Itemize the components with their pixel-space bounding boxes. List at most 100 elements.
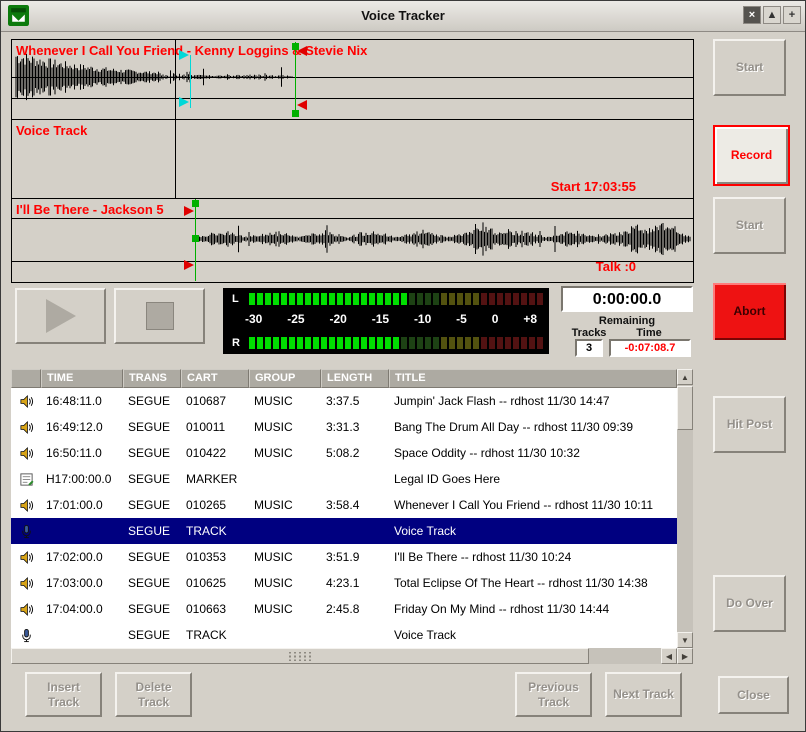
row-trans: SEGUE — [123, 446, 181, 460]
row-group: MUSIC — [249, 498, 321, 512]
waveform-panel-voice-track[interactable]: Voice Track Start 17:03:55 — [12, 120, 693, 199]
start-button-1[interactable]: Start — [713, 39, 786, 96]
titlebar[interactable]: Voice Tracker × ▲ + — [1, 1, 805, 32]
window-title: Voice Tracker — [1, 1, 805, 31]
scroll-right-icon[interactable]: ▶ — [677, 648, 693, 664]
header-time[interactable]: TIME — [41, 369, 123, 388]
row-time: 16:50:11.0 — [41, 446, 123, 460]
next-track-button[interactable]: Next Track — [605, 672, 682, 717]
talk-marker-line[interactable] — [190, 55, 191, 108]
start-time-label: Start 17:03:55 — [551, 179, 636, 194]
audio-level-meter: L -30 -25 -20 -15 -10 -5 0 +8 R — [223, 288, 549, 354]
previous-track-button[interactable]: Previous Track — [515, 672, 592, 717]
segue-marker-handle[interactable] — [292, 110, 299, 117]
voice-tracker-window: Voice Tracker × ▲ + Whenever I Call You … — [0, 0, 806, 732]
speaker-icon — [19, 576, 34, 591]
header-icon-column[interactable] — [11, 369, 41, 388]
remaining-label: Remaining — [561, 315, 693, 327]
row-time: 17:03:00.0 — [41, 576, 123, 590]
header-trans[interactable]: TRANS — [123, 369, 181, 388]
scroll-left-icon[interactable]: ◀ — [661, 648, 677, 664]
row-trans: SEGUE — [123, 394, 181, 408]
time-label: Time — [619, 327, 679, 339]
meter-left-bar — [249, 293, 545, 305]
log-table: TIME TRANS CART GROUP LENGTH TITLE 16:48… — [11, 369, 693, 664]
insert-track-button[interactable]: Insert Track — [25, 672, 102, 717]
row-length: 2:45.8 — [321, 602, 389, 616]
talk-marker-icon[interactable] — [179, 97, 189, 107]
tracks-label: Tracks — [567, 327, 611, 339]
meter-right-bar — [249, 337, 545, 349]
row-title: Friday On My Mind -- rdhost 11/30 14:44 — [389, 602, 677, 616]
vertical-scroll-thumb[interactable] — [677, 386, 693, 430]
row-type-icon — [11, 628, 41, 643]
row-title: Legal ID Goes Here — [389, 472, 677, 486]
waveform-panel-next-track[interactable]: I'll Be There - Jackson 5 Talk :0 — [12, 199, 693, 281]
header-title[interactable]: TITLE — [389, 369, 677, 388]
row-type-icon — [11, 550, 41, 565]
table-row[interactable]: SEGUE TRACK Voice Track — [11, 622, 677, 648]
record-button[interactable]: Record — [713, 125, 790, 186]
table-row[interactable]: SEGUE TRACK Voice Track — [11, 518, 677, 544]
track-title: I'll Be There - Jackson 5 — [16, 202, 164, 217]
scroll-up-icon[interactable]: ▲ — [677, 369, 693, 385]
end-marker-icon[interactable] — [297, 100, 307, 110]
header-cart[interactable]: CART — [181, 369, 249, 388]
row-time: 16:49:12.0 — [41, 420, 123, 434]
row-group: MUSIC — [249, 576, 321, 590]
speaker-icon — [19, 498, 34, 513]
row-type-icon — [11, 420, 41, 435]
table-row[interactable]: 16:49:12.0 SEGUE 010011 MUSIC 3:31.3 Ban… — [11, 414, 677, 440]
do-over-button[interactable]: Do Over — [713, 575, 786, 632]
stop-button[interactable] — [114, 288, 205, 344]
menu-icon[interactable]: + — [783, 6, 801, 24]
start-marker-handle[interactable] — [192, 235, 199, 242]
header-group[interactable]: GROUP — [249, 369, 321, 388]
row-cart: 010353 — [181, 550, 249, 564]
maximize-icon[interactable]: ▲ — [763, 6, 781, 24]
horizontal-scroll-thumb[interactable] — [11, 648, 589, 664]
table-row[interactable]: 17:02:00.0 SEGUE 010353 MUSIC 3:51.9 I'l… — [11, 544, 677, 570]
abort-button[interactable]: Abort — [713, 283, 786, 340]
talk-marker-icon[interactable] — [179, 50, 189, 60]
row-title: Space Oddity -- rdhost 11/30 10:32 — [389, 446, 677, 460]
speaker-icon — [19, 420, 34, 435]
horizontal-scrollbar[interactable]: ◀ ▶ — [11, 648, 693, 664]
row-length: 3:31.3 — [321, 420, 389, 434]
start-marker-icon[interactable] — [184, 206, 194, 216]
close-button[interactable]: Close — [718, 676, 789, 714]
delete-track-button[interactable]: Delete Track — [115, 672, 192, 717]
row-trans: SEGUE — [123, 472, 181, 486]
row-trans: SEGUE — [123, 602, 181, 616]
row-cart: TRACK — [181, 628, 249, 642]
table-row[interactable]: 16:50:11.0 SEGUE 010422 MUSIC 5:08.2 Spa… — [11, 440, 677, 466]
elapsed-time-display: 0:00:00.0 — [561, 286, 693, 312]
close-icon[interactable]: × — [743, 6, 761, 24]
speaker-icon — [19, 394, 34, 409]
table-row[interactable]: H17:00:00.0 SEGUE MARKER Legal ID Goes H… — [11, 466, 677, 492]
header-length[interactable]: LENGTH — [321, 369, 389, 388]
row-trans: SEGUE — [123, 420, 181, 434]
end-marker-icon[interactable] — [297, 46, 307, 56]
table-row[interactable]: 17:01:00.0 SEGUE 010265 MUSIC 3:58.4 Whe… — [11, 492, 677, 518]
row-title: Jumpin' Jack Flash -- rdhost 11/30 14:47 — [389, 394, 677, 408]
start-button-2[interactable]: Start — [713, 197, 786, 254]
row-time: 16:48:11.0 — [41, 394, 123, 408]
table-row[interactable]: 16:48:11.0 SEGUE 010687 MUSIC 3:37.5 Jum… — [11, 388, 677, 414]
play-button[interactable] — [15, 288, 106, 344]
waveform-panel-previous-track[interactable]: Whenever I Call You Friend - Kenny Loggi… — [12, 40, 693, 120]
row-trans: SEGUE — [123, 524, 181, 538]
grid-line — [12, 98, 693, 99]
meter-right-label: R — [232, 337, 240, 349]
scroll-down-icon[interactable]: ▼ — [677, 632, 693, 648]
row-length: 3:51.9 — [321, 550, 389, 564]
row-time: 17:02:00.0 — [41, 550, 123, 564]
vertical-scrollbar[interactable]: ▲ ▼ — [677, 369, 693, 648]
start-marker-icon[interactable] — [184, 260, 194, 270]
stop-icon — [146, 302, 174, 330]
table-row[interactable]: 17:03:00.0 SEGUE 010625 MUSIC 4:23.1 Tot… — [11, 570, 677, 596]
hit-post-button[interactable]: Hit Post — [713, 396, 786, 453]
segue-marker-line[interactable] — [295, 42, 296, 117]
marker-icon — [19, 472, 34, 487]
table-row[interactable]: 17:04:00.0 SEGUE 010663 MUSIC 2:45.8 Fri… — [11, 596, 677, 622]
